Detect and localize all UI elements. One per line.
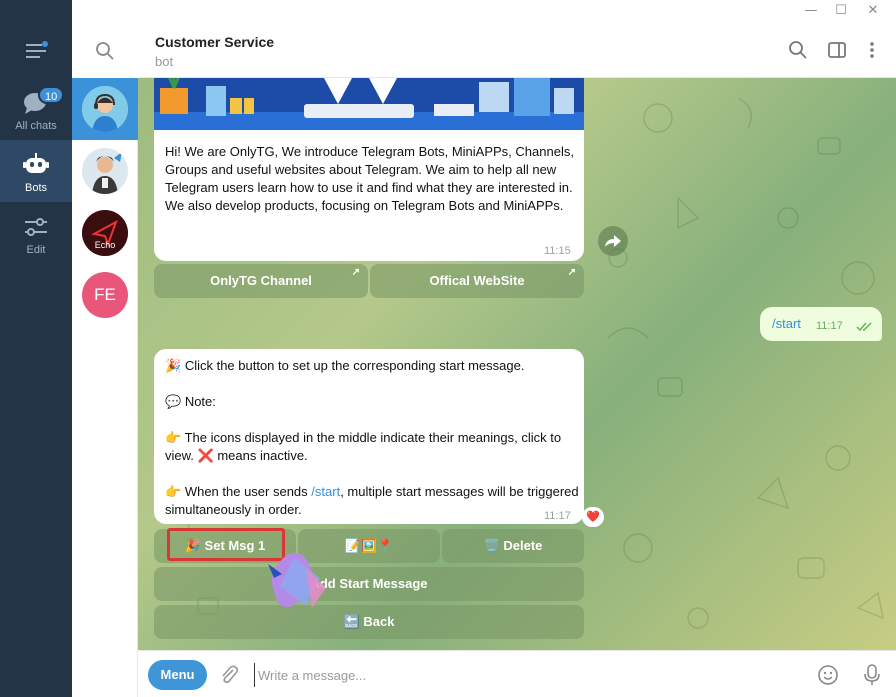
text: When the user sends — [184, 484, 308, 499]
avatar: Echo — [82, 210, 128, 256]
cross-mark-icon: ❌ — [197, 448, 214, 463]
chat-item-2[interactable] — [72, 140, 138, 202]
official-website-button[interactable]: Offical WebSite ↗ — [370, 264, 584, 298]
text: Note: — [184, 394, 216, 409]
sliders-icon — [25, 218, 47, 236]
back-button[interactable]: 🔙 Back — [154, 605, 584, 639]
avatar — [82, 148, 128, 194]
button-label: 📝🖼️📍 — [344, 538, 394, 553]
speech-bubble-icon: 💬 — [165, 394, 182, 409]
unread-badge: 10 — [38, 86, 65, 104]
message-text: Hi! We are OnlyTG, We introduce Telegram… — [165, 144, 574, 213]
setup-note: 💬 Note: — [165, 393, 579, 411]
message-composer: Menu — [138, 650, 896, 697]
robot-icon — [23, 153, 49, 173]
search-icon[interactable] — [788, 40, 808, 60]
party-icon: 🎉 — [165, 358, 182, 373]
setup-line2: 👉 The icons displayed in the middle indi… — [165, 429, 579, 465]
chat-list: Echo FE — [72, 22, 138, 697]
forward-button[interactable] — [598, 226, 628, 256]
folder-label: All chats — [15, 120, 57, 132]
folder-bots[interactable]: Bots — [0, 140, 72, 202]
window-titlebar: — ☐ ✕ — [0, 0, 896, 22]
microphone-icon[interactable] — [861, 663, 883, 687]
button-label: OnlyTG Channel — [210, 273, 312, 288]
button-label: Offical WebSite — [429, 273, 525, 288]
text: means inactive. — [217, 448, 308, 463]
setup-line1: 🎉 Click the button to set up the corresp… — [165, 357, 579, 375]
double-check-icon — [856, 322, 872, 332]
svg-text:Echo: Echo — [95, 240, 116, 250]
copilot-logo-icon — [268, 553, 326, 608]
more-vertical-icon[interactable] — [862, 40, 882, 60]
chat-title[interactable]: Customer Service — [155, 34, 274, 50]
forward-arrow-icon — [605, 235, 621, 247]
minimize-button[interactable]: — — [796, 2, 826, 20]
message-intro: Hi! We are OnlyTG, We introduce Telegram… — [154, 78, 584, 261]
folder-edit[interactable]: Edit — [0, 202, 72, 264]
intro-illustration — [154, 78, 584, 130]
delete-button[interactable]: 🗑️ Delete — [442, 529, 584, 563]
maximize-button[interactable]: ☐ — [826, 2, 856, 20]
paperclip-icon[interactable] — [218, 664, 240, 686]
chat-item-echo[interactable]: Echo — [72, 202, 138, 264]
pointing-hand-icon: 👉 — [165, 484, 182, 499]
message-setup: 🎉 Click the button to set up the corresp… — [154, 349, 604, 527]
onlytg-channel-button[interactable]: OnlyTG Channel ↗ — [154, 264, 368, 298]
chat-header: Customer Service bot — [138, 22, 896, 78]
bot-menu-button[interactable]: Menu — [148, 660, 207, 690]
folder-sidebar: 10 All chats Bots Edit — [0, 0, 72, 697]
message-time: 11:17 — [816, 320, 843, 332]
setup-line3: 👉 When the user sends /start, multiple s… — [165, 483, 579, 519]
message-input[interactable] — [254, 663, 794, 687]
avatar: FE — [82, 272, 128, 318]
folder-label: Edit — [26, 244, 46, 256]
heart-reaction[interactable]: ❤️ — [582, 507, 604, 527]
button-label: 🔙 Back — [343, 614, 395, 629]
main-menu-button[interactable] — [0, 22, 72, 78]
button-label: 🗑️ Delete — [483, 538, 543, 553]
pointing-hand-icon: 👉 — [165, 430, 182, 445]
search-icon[interactable] — [95, 41, 115, 61]
emoji-icon[interactable] — [817, 664, 839, 686]
avatar — [82, 86, 128, 132]
hamburger-icon — [26, 41, 48, 58]
chat-item-customer-service[interactable] — [72, 78, 138, 140]
external-link-icon: ↗ — [351, 267, 360, 278]
chat-messages-area[interactable]: Hi! We are OnlyTG, We introduce Telegram… — [138, 78, 896, 650]
chat-item-fe[interactable]: FE — [72, 264, 138, 326]
add-start-message-button[interactable]: Add Start Message — [154, 567, 584, 601]
support-agent-icon — [82, 86, 128, 132]
close-button[interactable]: ✕ — [858, 2, 888, 20]
command-link[interactable]: /start — [311, 484, 340, 499]
folder-label: Bots — [24, 182, 47, 194]
message-outgoing: /start 11:17 — [760, 307, 882, 341]
message-time: 11:17 — [544, 510, 571, 522]
paper-plane-logo-icon: Echo — [82, 210, 128, 256]
external-link-icon: ↗ — [567, 267, 576, 278]
sidebar-toggle-icon[interactable] — [827, 40, 847, 60]
text: Click the button to set up the correspon… — [184, 358, 525, 373]
chat-subtitle: bot — [155, 54, 174, 69]
folder-all-chats[interactable]: 10 All chats — [0, 78, 72, 140]
search-area — [72, 22, 138, 78]
character-avatar-icon — [82, 148, 128, 194]
command-link[interactable]: /start — [772, 316, 801, 331]
